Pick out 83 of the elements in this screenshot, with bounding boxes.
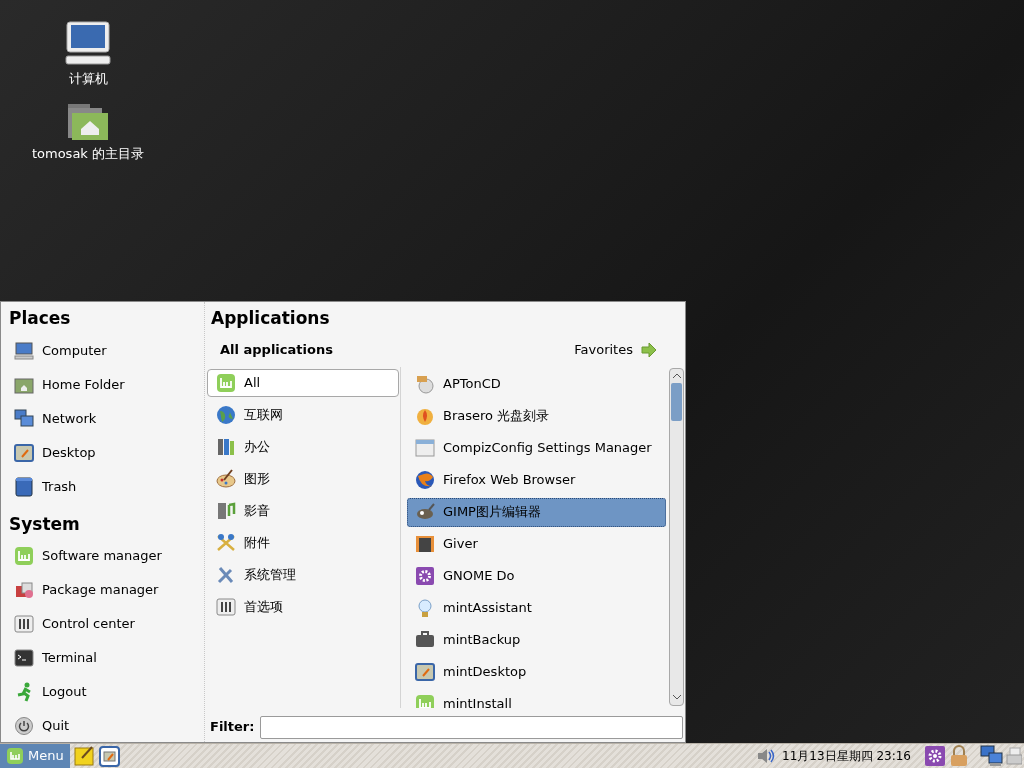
scrollbar-thumb[interactable]	[671, 382, 682, 421]
places-item[interactable]: Network	[9, 401, 104, 436]
category-item[interactable]: All	[207, 368, 399, 397]
mint-logo-icon	[415, 694, 435, 708]
mint-logo-icon	[14, 546, 34, 566]
desktop-icon-label[interactable]: tomosak 的主目录	[31, 143, 145, 163]
fox-globe-icon	[415, 470, 435, 490]
app-item[interactable]: GNOME Do	[407, 561, 666, 591]
briefcase-icon	[415, 630, 435, 650]
app-item[interactable]: mintAssistant	[407, 593, 666, 623]
film-music-icon	[216, 500, 236, 521]
filter-field[interactable]	[260, 715, 683, 739]
app-item[interactable]: CompizConfig Settings Manager	[407, 433, 666, 463]
places-item[interactable]: Trash	[9, 469, 84, 504]
gear-icon[interactable]	[925, 746, 945, 766]
scroll-down-icon[interactable]	[672, 695, 681, 700]
system-item[interactable]: Software manager	[9, 539, 169, 573]
app-item[interactable]: mintBackup	[407, 625, 666, 655]
section-heading: Places	[9, 307, 71, 330]
tools-icon	[216, 564, 236, 585]
category-item[interactable]: 办公	[207, 432, 399, 461]
notepad-icon[interactable]	[73, 746, 96, 766]
places-item[interactable]: Desktop	[9, 435, 103, 470]
app-item[interactable]: Giver	[407, 529, 666, 559]
category-item[interactable]: 首选项	[207, 592, 399, 621]
arrow-right-icon	[641, 341, 657, 358]
app-item[interactable]: GIMP图片编辑器	[407, 497, 666, 527]
app-item[interactable]: APTonCD	[407, 369, 666, 399]
scroll-up-icon[interactable]	[672, 373, 681, 378]
favorites-button[interactable]: Favorites	[574, 339, 657, 360]
gear-icon	[415, 566, 435, 586]
app-item[interactable]: Firefox Web Browser	[407, 465, 666, 495]
power-icon	[14, 716, 34, 736]
gimp-mascot-icon	[415, 502, 435, 522]
network-icon[interactable]	[980, 745, 1004, 767]
system-item[interactable]: Quit	[9, 709, 77, 743]
desktop-icon	[14, 442, 34, 463]
system-item[interactable]: Logout	[9, 675, 94, 709]
padlock-icon[interactable]	[950, 745, 968, 767]
light-bulb-icon	[415, 598, 435, 618]
desktop-icon	[415, 662, 435, 682]
category-item[interactable]: 影音	[207, 496, 399, 525]
category-item[interactable]: 互联网	[207, 400, 399, 429]
palette-icon	[216, 468, 236, 489]
section-subheading: All applications	[220, 340, 333, 359]
control-panel-icon	[14, 614, 34, 634]
scissors-icon	[216, 532, 236, 553]
app-item[interactable]: mintDesktop	[407, 657, 666, 687]
app-item[interactable]: Brasero 光盘刻录	[407, 401, 666, 431]
computer-icon	[64, 20, 112, 66]
terminal-icon	[14, 648, 34, 668]
clock[interactable]: 11月13日星期四 23:16	[782, 747, 911, 765]
monitor-icon	[14, 340, 34, 361]
menu-button[interactable]: Menu	[0, 744, 70, 768]
volume-icon[interactable]	[756, 747, 777, 765]
category-item[interactable]: 系统管理	[207, 560, 399, 589]
network-icon	[14, 408, 34, 429]
mint-logo-icon	[216, 372, 236, 393]
package-icon	[14, 580, 34, 600]
globe-icon	[216, 404, 236, 425]
filter-label: Filter:	[210, 718, 255, 737]
system-item[interactable]: Control center	[9, 607, 142, 641]
desktop-icon[interactable]	[98, 745, 120, 767]
window-icon	[415, 438, 435, 458]
section-heading: System	[9, 512, 80, 536]
app-item[interactable]: mintInstall	[407, 689, 666, 708]
places-item[interactable]: Computer	[9, 333, 114, 368]
scrollbar[interactable]	[669, 367, 684, 706]
category-item[interactable]: 附件	[207, 528, 399, 557]
category-item[interactable]: 图形	[207, 464, 399, 493]
desktop-icon-label[interactable]: 计算机	[68, 69, 108, 89]
section-heading: Applications	[211, 307, 330, 330]
home-folder-icon	[67, 102, 109, 141]
mint-logo-icon	[6, 747, 24, 765]
flame-disc-icon	[415, 406, 435, 426]
binders-icon	[216, 436, 236, 457]
doorway-icon	[415, 534, 435, 554]
system-item[interactable]: Terminal	[9, 641, 104, 675]
disc-icon	[415, 374, 435, 394]
places-item[interactable]: Home Folder	[9, 367, 132, 402]
system-item[interactable]: Package manager	[9, 573, 166, 607]
control-panel-icon	[216, 596, 236, 617]
trash-icon	[14, 476, 34, 497]
